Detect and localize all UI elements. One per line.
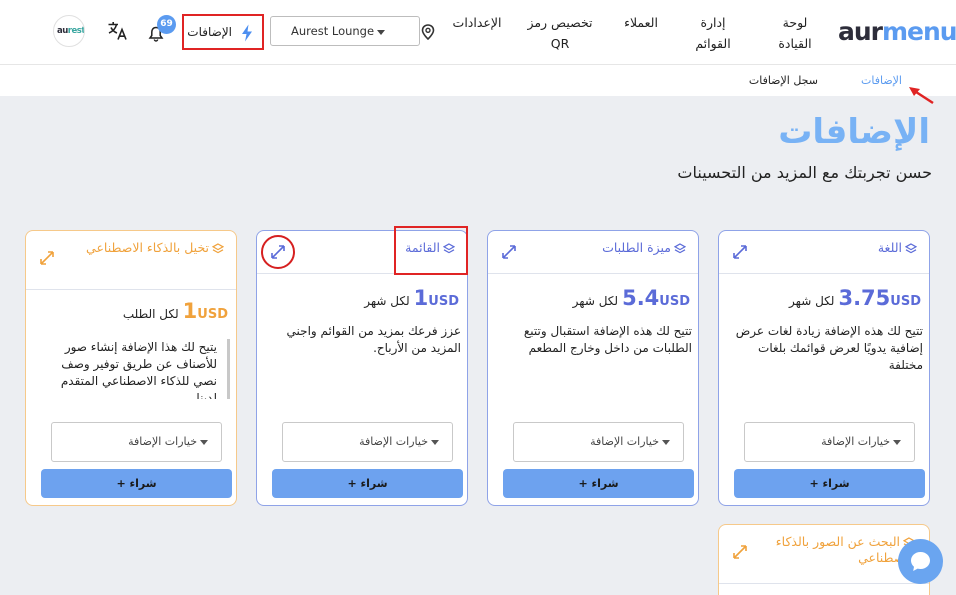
user-avatar[interactable]: aurest	[53, 15, 85, 47]
page-title: الإضافات	[778, 112, 930, 152]
addon-options-select[interactable]: خيارات الإضافة	[513, 422, 684, 462]
expand-icon[interactable]	[269, 243, 287, 261]
nav-dashboard[interactable]: لوحة القيادة	[772, 12, 818, 54]
nav-settings[interactable]: الإعدادات	[442, 12, 512, 33]
chevron-down-icon	[200, 440, 208, 445]
addon-options-select[interactable]: خيارات الإضافة	[282, 422, 453, 462]
layers-icon	[905, 242, 917, 253]
card-price: 1USDلكل شهر	[364, 286, 459, 310]
card-title: اللغة	[877, 240, 902, 255]
nav-customers[interactable]: العملاء	[614, 12, 668, 33]
chat-bubble-icon	[911, 552, 930, 571]
buy-button[interactable]: شراء +	[41, 469, 232, 498]
card-header: تخيل بالذكاء الاصطناعي	[26, 231, 236, 290]
card-description: تتيح لك هذه الإضافة زيادة لغات عرض إضافي…	[735, 324, 923, 372]
card-title: ميزة الطلبات	[602, 240, 671, 255]
card-price: 3.75USDلكل شهر	[789, 286, 921, 310]
expand-icon[interactable]	[731, 543, 749, 561]
layers-icon	[674, 242, 686, 253]
chevron-down-icon	[431, 440, 439, 445]
card-header: القائمة	[257, 231, 467, 274]
addon-card-ai-imagine: تخيل بالذكاء الاصطناعي 1USDلكل الطلب يتي…	[25, 230, 237, 506]
addons-subnav: الإضافات سجل الإضافات	[0, 64, 956, 96]
chevron-down-icon	[377, 30, 385, 35]
card-title: البحث عن الصور بالذكاء الاصطناعي	[775, 534, 915, 565]
card-description: عزز فرعك بمزيد من القوائم واجني المزيد م…	[286, 324, 461, 355]
card-price: 1USDلكل الطلب	[122, 299, 228, 323]
location-pin-icon	[421, 24, 435, 40]
expand-icon[interactable]	[38, 249, 56, 267]
buy-button[interactable]: شراء +	[272, 469, 463, 498]
layers-icon	[212, 242, 224, 253]
nav-menus[interactable]: إدارة القوائم	[690, 12, 736, 54]
top-header: aurmenu لوحة القيادة إدارة القوائم العمل…	[0, 0, 956, 64]
buy-button[interactable]: شراء +	[503, 469, 694, 498]
location-select[interactable]: Aurest Lounge	[270, 16, 420, 46]
addon-card-language: اللغة 3.75USDلكل شهر تتيح لك هذه الإضافة…	[718, 230, 930, 506]
annotation-arrow-icon	[909, 87, 934, 105]
card-title: القائمة	[405, 240, 440, 255]
buy-button[interactable]: شراء +	[734, 469, 925, 498]
chevron-down-icon	[893, 440, 901, 445]
card-title: تخيل بالذكاء الاصطناعي	[86, 240, 209, 255]
chat-button[interactable]	[898, 539, 943, 584]
notification-count-badge: 69	[157, 15, 176, 34]
card-description: تتيح لك هذه الإضافة استقبال وتتبع الطلبا…	[523, 324, 692, 355]
card-description[interactable]: يتيح لك هذا الإضافة إنشاء صور للأصناف عن…	[40, 339, 230, 399]
expand-icon[interactable]	[731, 243, 749, 261]
card-header: البحث عن الصور بالذكاء الاصطناعي	[719, 525, 929, 584]
expand-icon[interactable]	[500, 243, 518, 261]
layers-icon	[443, 242, 455, 253]
addon-card-orders: ميزة الطلبات 5.4USDلكل شهر تتيح لك هذه ا…	[487, 230, 699, 506]
card-header: ميزة الطلبات	[488, 231, 698, 274]
addon-options-select[interactable]: خيارات الإضافة	[744, 422, 915, 462]
addons-button-label: الإضافات	[187, 25, 232, 39]
addon-options-select[interactable]: خيارات الإضافة	[51, 422, 222, 462]
translate-icon[interactable]	[107, 21, 129, 41]
tab-addons[interactable]: الإضافات	[861, 74, 902, 87]
nav-qr[interactable]: تخصيص رمز QR	[527, 12, 593, 54]
card-price: 5.4USDلكل شهر	[572, 286, 690, 310]
location-select-value: Aurest Lounge	[291, 24, 375, 38]
chevron-down-icon	[662, 440, 670, 445]
addon-card-menu: القائمة 1USDلكل شهر عزز فرعك بمزيد من ال…	[256, 230, 468, 506]
tab-addons-history[interactable]: سجل الإضافات	[749, 74, 818, 87]
aurmenu-logo[interactable]: aurmenu	[838, 18, 956, 46]
lightning-icon	[242, 24, 252, 42]
card-header: اللغة	[719, 231, 929, 274]
page-subtitle: حسن تجربتك مع المزيد من التحسينات	[677, 163, 932, 182]
addons-button[interactable]: الإضافات	[182, 14, 264, 50]
